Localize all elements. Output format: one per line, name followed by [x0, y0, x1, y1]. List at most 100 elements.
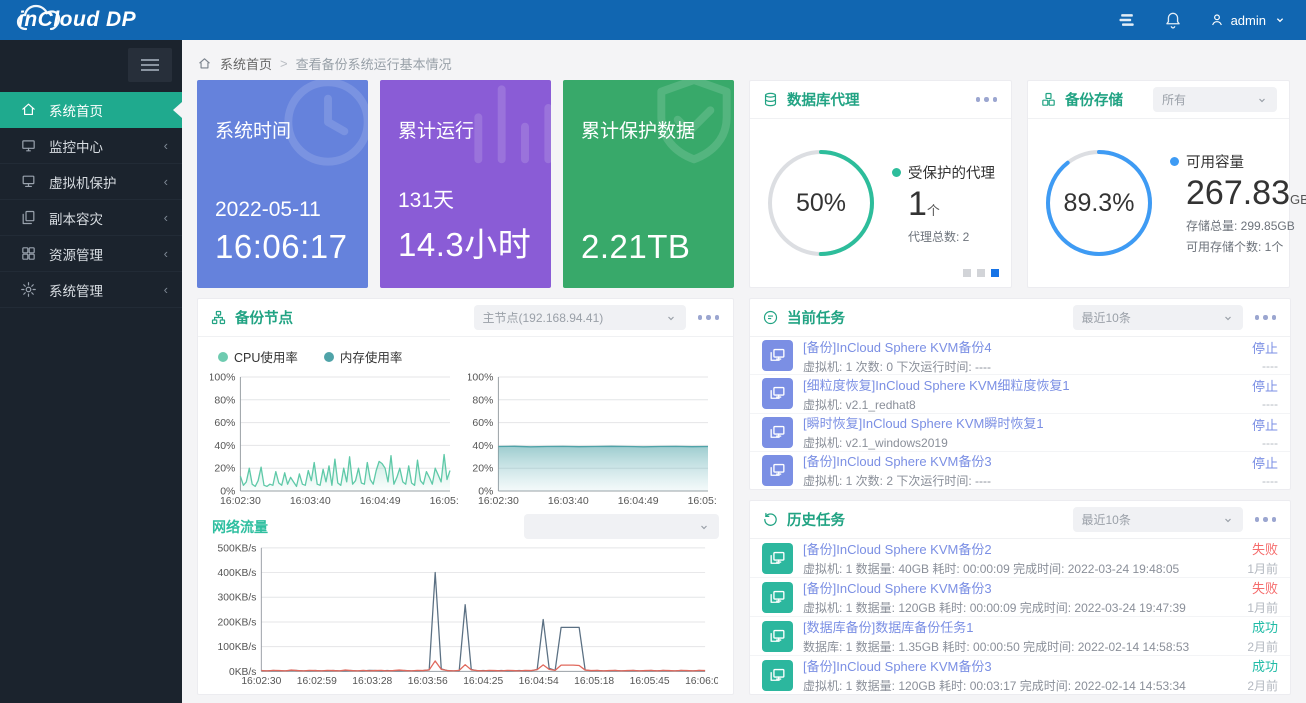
pager-dot-active[interactable]: [991, 269, 999, 277]
task-detail: 虚拟机: v2.1_windows2019: [803, 434, 1236, 451]
copy-icon: [20, 209, 37, 226]
app-root: inCloud DP admin 系统首页监控中心‹虚拟机保护‹副本容灾‹资源管…: [0, 0, 1306, 703]
svg-text:16:04:25: 16:04:25: [463, 676, 503, 687]
history-tasks-filter-dropdown[interactable]: 最近10条: [1073, 507, 1243, 532]
storage-count: 可用存储个数: 1个: [1186, 238, 1306, 255]
sidebar-item-home[interactable]: 系统首页: [0, 92, 182, 128]
server-list-icon[interactable]: [1117, 10, 1137, 30]
panel-menu-ellipsis[interactable]: [974, 93, 1000, 106]
panel-title: 数据库代理: [787, 89, 860, 110]
agent-count: 1: [908, 185, 927, 223]
sidebar-item-gear[interactable]: 系统管理‹: [0, 272, 182, 308]
task-name[interactable]: [备份]InCloud Sphere KVM备份4: [803, 337, 1236, 356]
svg-text:40%: 40%: [472, 440, 493, 452]
task-row[interactable]: [细粒度恢复]InCloud Sphere KVM细粒度恢复1虚拟机: v2.1…: [750, 375, 1290, 413]
svg-text:100%: 100%: [468, 372, 493, 384]
svg-text:16:04:49: 16:04:49: [360, 495, 401, 507]
task-name[interactable]: [数据库备份]数据库备份任务1: [803, 617, 1231, 636]
summary-card: 系统时间2022-05-1116:06:17: [197, 80, 368, 288]
svg-text:400KB/s: 400KB/s: [218, 568, 257, 579]
svg-text:100KB/s: 100KB/s: [218, 642, 257, 653]
storage-filter-value: 所有: [1162, 91, 1186, 108]
monitor-icon: [20, 137, 37, 154]
sidebar-item-monitor[interactable]: 监控中心‹: [0, 128, 182, 164]
task-row[interactable]: [备份]InCloud Sphere KVM备份2虚拟机: 1 数据量: 40G…: [750, 539, 1290, 578]
memory-usage-chart: 0%20%40%60%80%100%16:02:3016:03:4016:04:…: [468, 370, 716, 508]
sidebar-item-label: 系统首页: [49, 100, 103, 120]
task-status: 停止: [1252, 415, 1278, 434]
task-time: 2月前: [1247, 638, 1278, 655]
task-row[interactable]: [瞬时恢复]InCloud Sphere KVM瞬时恢复1 虚拟机: v2.1_w…: [750, 414, 1290, 452]
chevron-down-icon: [1222, 312, 1234, 324]
vm-monitor-icon: [762, 621, 793, 652]
cpu-legend-label: CPU使用率: [234, 347, 298, 366]
vm-monitor-icon: [762, 340, 793, 371]
network-selector-dropdown[interactable]: [524, 514, 719, 539]
vm-monitor-icon: [762, 455, 793, 486]
breadcrumb-home[interactable]: 系统首页: [220, 54, 272, 73]
task-status: 停止: [1252, 453, 1278, 472]
task-status: 成功: [1247, 617, 1278, 636]
notifications-bell-icon[interactable]: [1163, 10, 1183, 30]
panel-pager-dots: [963, 269, 999, 277]
task-time: 1月前: [1247, 560, 1278, 577]
storage-filter-dropdown[interactable]: 所有: [1153, 87, 1277, 112]
task-time: ----: [1252, 474, 1278, 488]
legend-dot: [892, 168, 901, 177]
svg-text:200KB/s: 200KB/s: [218, 617, 257, 628]
task-name[interactable]: [备份]InCloud Sphere KVM备份3: [803, 451, 1236, 470]
task-name[interactable]: [备份]InCloud Sphere KVM备份3: [803, 578, 1231, 597]
task-name[interactable]: [细粒度恢复]InCloud Sphere KVM细粒度恢复1: [803, 375, 1236, 394]
home-icon: [197, 56, 212, 71]
task-status: 停止: [1252, 338, 1278, 357]
task-detail: 虚拟机: 1 次数: 2 下次运行时间: ----: [803, 472, 1236, 489]
card-value-line1: [581, 198, 716, 224]
panel-menu-ellipsis[interactable]: [1253, 513, 1279, 526]
svg-text:16:05:52: 16:05:52: [430, 495, 458, 507]
svg-text:16:02:59: 16:02:59: [297, 676, 337, 687]
task-detail: 虚拟机: 1 数据量: 120GB 耗时: 00:00:09 完成时间: 202…: [803, 599, 1231, 616]
chartbars-icon: [455, 80, 551, 178]
task-name[interactable]: [备份]InCloud Sphere KVM备份2: [803, 539, 1231, 558]
sidebar-item-copy[interactable]: 副本容灾‹: [0, 200, 182, 236]
svg-text:16:06:09: 16:06:09: [685, 676, 718, 687]
usage-chart-legend: CPU使用率 内存使用率: [218, 347, 721, 366]
main-content: 系统首页 > 查看备份系统运行基本情况 系统时间2022-05-1116:06:…: [182, 40, 1306, 703]
sidebar-item-vm[interactable]: 虚拟机保护‹: [0, 164, 182, 200]
storage-ring-percent: 89.3%: [1044, 148, 1154, 258]
sidebar-item-grid[interactable]: 资源管理‹: [0, 236, 182, 272]
vm-monitor-icon: [762, 378, 793, 409]
svg-text:500KB/s: 500KB/s: [218, 543, 257, 554]
task-status: 成功: [1247, 656, 1278, 675]
pager-dot[interactable]: [963, 269, 971, 277]
sidebar-collapse-button[interactable]: [128, 48, 172, 82]
current-tasks-filter-dropdown[interactable]: 最近10条: [1073, 305, 1243, 330]
user-menu[interactable]: admin: [1209, 12, 1288, 28]
task-detail: 虚拟机: 1 次数: 0 下次运行时间: ----: [803, 358, 1236, 375]
panel-menu-ellipsis[interactable]: [696, 311, 722, 324]
task-name[interactable]: [备份]InCloud Sphere KVM备份3: [803, 656, 1231, 675]
svg-text:80%: 80%: [472, 394, 493, 406]
svg-text:60%: 60%: [214, 417, 235, 429]
node-selector-dropdown[interactable]: 主节点(192.168.94.41): [474, 305, 686, 330]
task-row[interactable]: [备份]InCloud Sphere KVM备份3 虚拟机: 1 次数: 2 下次…: [750, 452, 1290, 489]
storage-legend-label: 可用容量: [1186, 151, 1244, 172]
user-icon: [1209, 12, 1225, 28]
svg-text:16:05:18: 16:05:18: [574, 676, 614, 687]
task-row[interactable]: [备份]InCloud Sphere KVM备份3 虚拟机: 1 数据量: 120…: [750, 578, 1290, 617]
panel-menu-ellipsis[interactable]: [1253, 311, 1279, 324]
pager-dot[interactable]: [977, 269, 985, 277]
task-row[interactable]: [备份]InCloud Sphere KVM备份4 虚拟机: 1 次数: 0 下次…: [750, 337, 1290, 375]
task-time: 2月前: [1247, 677, 1278, 694]
panel-title: 备份存储: [1065, 89, 1123, 110]
task-row[interactable]: [数据库备份]数据库备份任务1数据库: 1 数据量: 1.35GB 耗时: 00…: [750, 617, 1290, 656]
task-name[interactable]: [瞬时恢复]InCloud Sphere KVM瞬时恢复1: [803, 413, 1236, 432]
topbar: inCloud DP admin: [0, 0, 1306, 40]
panel-title: 历史任务: [787, 509, 845, 530]
current-tasks-panel: 当前任务 最近10条 [备份]InCloud Sphere KVM备份4虚拟机:…: [749, 298, 1291, 490]
task-row[interactable]: [备份]InCloud Sphere KVM备份3虚拟机: 1 数据量: 120…: [750, 656, 1290, 694]
svg-text:40%: 40%: [214, 440, 235, 452]
sidebar-item-label: 虚拟机保护: [49, 172, 117, 192]
agent-ring-percent: 50%: [766, 148, 876, 258]
task-time: ----: [1252, 436, 1278, 450]
